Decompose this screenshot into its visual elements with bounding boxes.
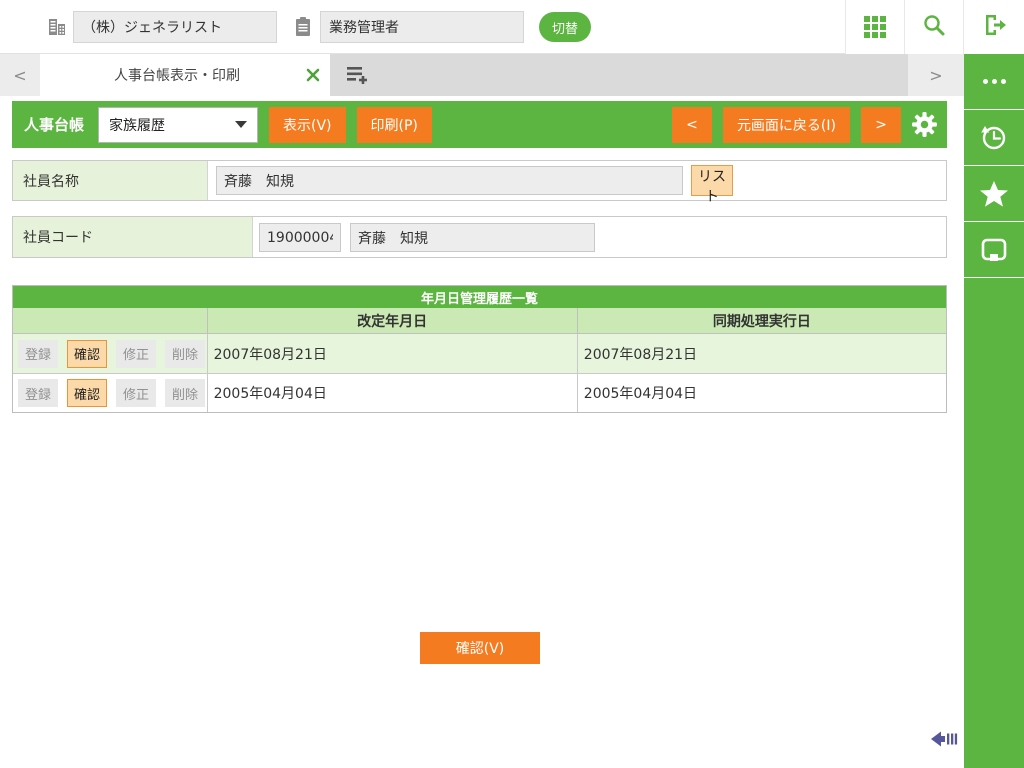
- employee-list-button[interactable]: リスト: [691, 165, 733, 196]
- tabs-scroll-right-button[interactable]: >: [908, 54, 964, 96]
- employee-code-name-input[interactable]: [350, 223, 595, 252]
- tabs-scroll-left-button[interactable]: <: [0, 54, 40, 96]
- company-input[interactable]: [73, 11, 277, 43]
- table-header-row: 改定年月日 同期処理実行日: [13, 308, 946, 334]
- search-icon: [921, 12, 947, 42]
- tab-label: 人事台帳表示・印刷: [40, 65, 296, 85]
- star-icon: [978, 178, 1010, 210]
- next-record-button[interactable]: >: [861, 107, 901, 143]
- gear-icon: [911, 111, 938, 138]
- employee-code-input[interactable]: [259, 223, 341, 252]
- register-button[interactable]: 登録: [18, 379, 58, 407]
- grid-icon: [864, 16, 886, 38]
- delete-button[interactable]: 削除: [165, 340, 205, 368]
- header-revision-date: 改定年月日: [208, 308, 577, 333]
- revision-date-cell: 2007年08月21日: [208, 334, 577, 373]
- caret-down-icon: [235, 121, 247, 128]
- show-button[interactable]: 表示(V): [269, 107, 346, 143]
- employee-code-row: 社員コード: [12, 216, 947, 258]
- employee-name-label: 社員名称: [13, 161, 208, 200]
- settings-button[interactable]: [901, 111, 947, 138]
- back-to-screen-button[interactable]: 元画面に戻る(I): [723, 107, 850, 143]
- company-icon: [46, 16, 68, 42]
- employee-name-row: 社員名称 リスト: [12, 160, 947, 201]
- ledger-toolbar: 人事台帳 家族履歴 表示(V) 印刷(P) < 元画面に戻る(I) >: [12, 101, 947, 148]
- logout-button[interactable]: [963, 0, 1024, 54]
- history-icon: [979, 123, 1009, 153]
- header-sync-date: 同期処理実行日: [577, 308, 946, 333]
- memo-button[interactable]: [964, 222, 1024, 278]
- category-select-value: 家族履歴: [109, 115, 165, 135]
- footer-confirm-button[interactable]: 確認(V): [420, 632, 540, 664]
- table-title: 年月日管理履歴一覧: [13, 286, 946, 308]
- delete-button[interactable]: 削除: [165, 379, 205, 407]
- top-bar: 切替: [0, 0, 1024, 54]
- search-button[interactable]: [904, 0, 963, 54]
- role-input[interactable]: [320, 11, 524, 43]
- collapse-left-icon: [930, 729, 958, 749]
- close-icon: [306, 68, 320, 82]
- right-sidebar: [964, 54, 1024, 768]
- revision-date-cell: 2005年04月04日: [208, 374, 577, 412]
- logout-icon: [981, 12, 1007, 42]
- row-actions: 登録 確認 修正 削除: [13, 374, 208, 412]
- chevron-right-icon: >: [929, 66, 942, 85]
- sync-date-cell: 2007年08月21日: [577, 334, 946, 373]
- modify-button[interactable]: 修正: [116, 340, 156, 368]
- sync-date-cell: 2005年04月04日: [577, 374, 946, 412]
- favorites-button[interactable]: [964, 166, 1024, 222]
- category-select[interactable]: 家族履歴: [98, 107, 258, 143]
- switch-button[interactable]: 切替: [539, 12, 591, 42]
- header-actions-cell: [13, 308, 208, 333]
- history-button[interactable]: [964, 110, 1024, 166]
- tab-list-add-button[interactable]: [338, 54, 378, 96]
- tab-personnel-register[interactable]: 人事台帳表示・印刷: [40, 54, 330, 96]
- employee-code-label: 社員コード: [13, 217, 253, 257]
- tab-close-button[interactable]: [296, 54, 330, 96]
- table-row: 登録 確認 修正 削除 2007年08月21日 2007年08月21日: [13, 334, 946, 373]
- table-row: 登録 確認 修正 削除 2005年04月04日 2005年04月04日: [13, 373, 946, 412]
- toolbar-title: 人事台帳: [24, 114, 84, 135]
- ellipsis-icon: [983, 79, 1006, 84]
- employee-name-input[interactable]: [216, 166, 683, 195]
- chevron-left-icon: <: [13, 66, 26, 85]
- app-screen: 切替 < 人事台帳表示・印刷: [0, 0, 1024, 768]
- panel-collapse-button[interactable]: [930, 729, 958, 753]
- confirm-button[interactable]: 確認: [67, 340, 107, 368]
- tab-add-icon: [346, 65, 370, 85]
- modify-button[interactable]: 修正: [116, 379, 156, 407]
- register-button[interactable]: 登録: [18, 340, 58, 368]
- print-button[interactable]: 印刷(P): [357, 107, 432, 143]
- date-history-table: 年月日管理履歴一覧 改定年月日 同期処理実行日 登録 確認 修正 削除 2007…: [12, 285, 947, 413]
- prev-record-button[interactable]: <: [672, 107, 712, 143]
- tab-bar: < 人事台帳表示・印刷 >: [0, 54, 964, 96]
- role-icon: [294, 16, 312, 42]
- confirm-button[interactable]: 確認: [67, 379, 107, 407]
- memo-bubble-icon: [980, 237, 1008, 263]
- apps-menu-button[interactable]: [845, 0, 904, 54]
- more-options-button[interactable]: [964, 54, 1024, 110]
- row-actions: 登録 確認 修正 削除: [13, 334, 208, 373]
